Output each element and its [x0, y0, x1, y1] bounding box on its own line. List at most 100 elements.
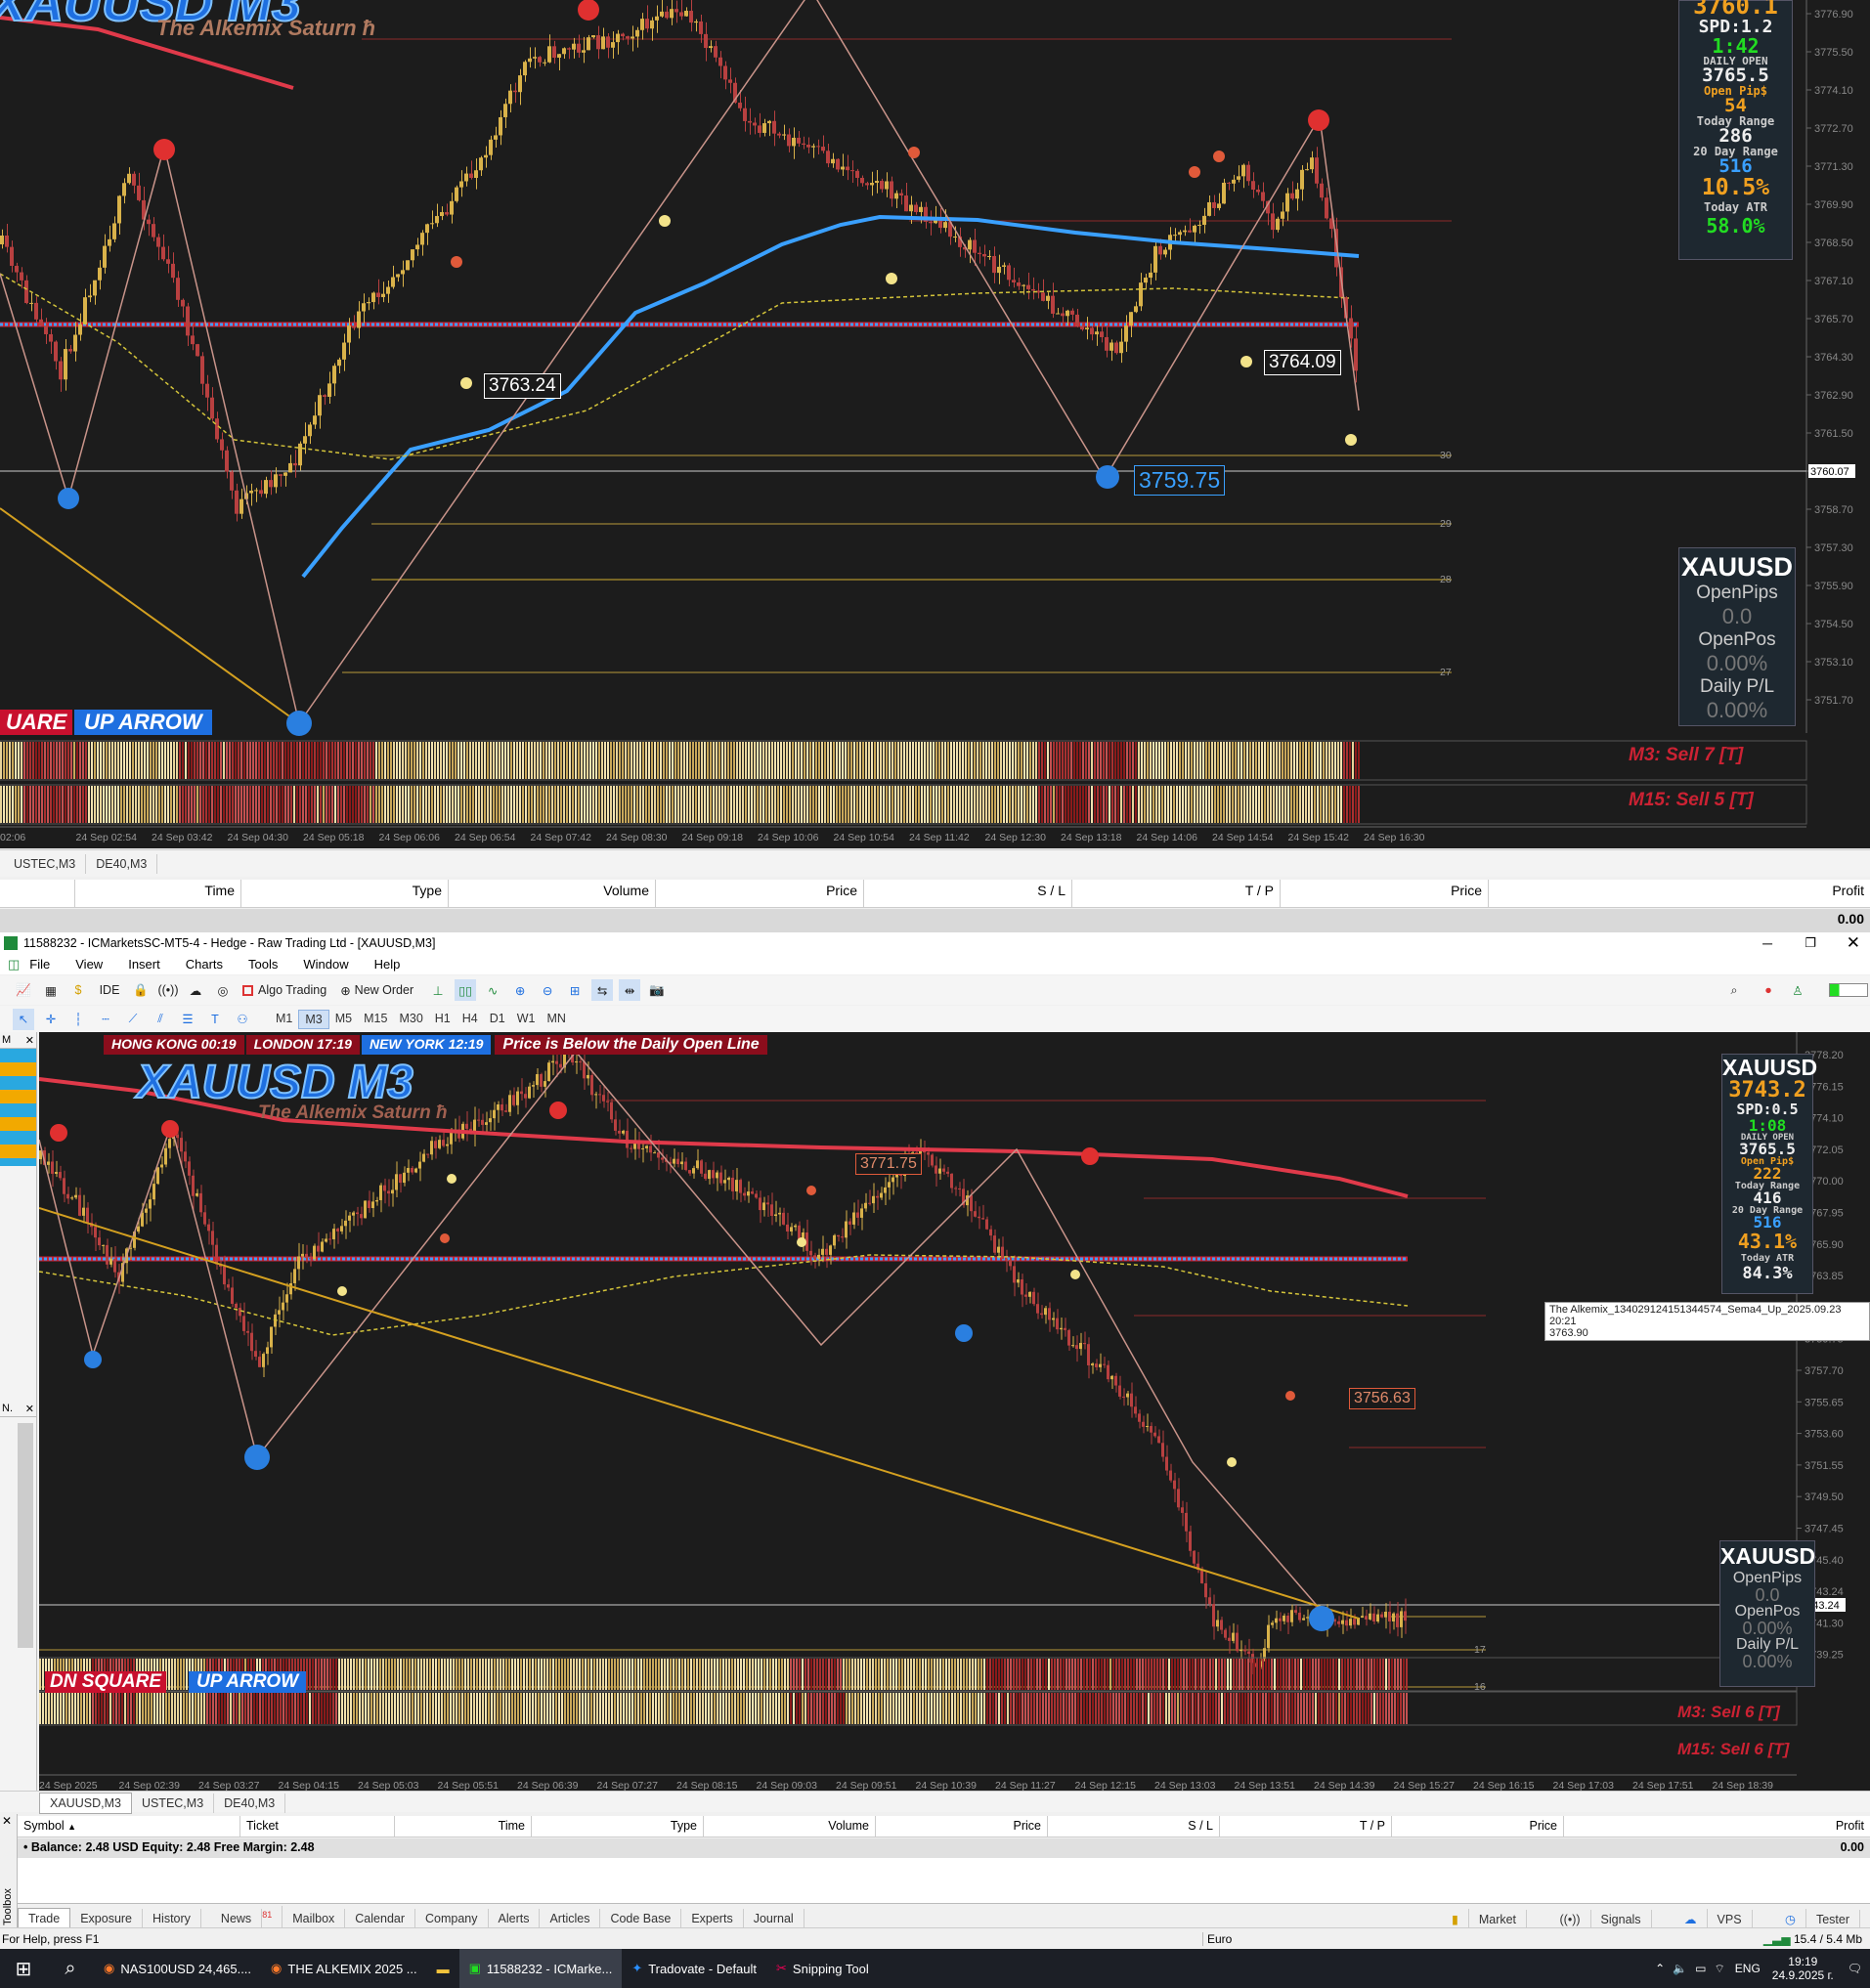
zoom-in-icon[interactable]: ⊕: [509, 979, 531, 1001]
col-price3[interactable]: Price: [1392, 1816, 1564, 1837]
tf-h4[interactable]: H4: [457, 1010, 484, 1029]
tab-xauusd[interactable]: XAUUSD,M3: [39, 1793, 132, 1814]
bars-icon[interactable]: ⊥: [427, 979, 449, 1001]
windows-start-icon[interactable]: ⊞: [0, 1957, 47, 1981]
tab-de40-2[interactable]: DE40,M3: [214, 1794, 286, 1813]
template-icon[interactable]: ▦: [40, 979, 62, 1001]
task-firefox-1[interactable]: ◉ NAS100USD 24,465....: [94, 1949, 261, 1988]
hline-icon[interactable]: ┄: [95, 1009, 116, 1030]
col-time[interactable]: Time: [75, 880, 241, 907]
col-type[interactable]: Type: [241, 880, 449, 907]
col-sl[interactable]: S / L: [864, 880, 1072, 907]
autoscroll-icon[interactable]: ⇆: [591, 979, 614, 1001]
col-type-2[interactable]: Type: [532, 1816, 704, 1837]
chart-shift-icon[interactable]: ⇹: [619, 979, 641, 1001]
tf-m1[interactable]: M1: [270, 1010, 298, 1029]
line-icon[interactable]: ∿: [482, 979, 503, 1001]
task-tradovate[interactable]: ✦ Tradovate - Default: [622, 1949, 766, 1988]
menu-help[interactable]: Help: [374, 957, 401, 972]
close-icon[interactable]: ✕: [1847, 933, 1860, 953]
cloud-icon[interactable]: ☁: [185, 979, 206, 1001]
lock-icon[interactable]: 🔒: [130, 979, 152, 1001]
cursor-icon[interactable]: ↖: [13, 1008, 34, 1030]
tab-exposure[interactable]: Exposure: [70, 1909, 144, 1928]
navigator-close-icon[interactable]: ✕: [25, 1403, 34, 1415]
candles-icon[interactable]: ▯▯: [455, 979, 477, 1001]
task-snipping[interactable]: ✂ Snipping Tool: [766, 1949, 879, 1988]
search-taskbar-icon[interactable]: ⌕: [47, 1958, 94, 1980]
task-mt5[interactable]: ▣ 11588232 - ICMarke...: [458, 1949, 623, 1988]
fibo-icon[interactable]: ☰: [177, 1009, 198, 1030]
trendline-icon[interactable]: ⟋: [122, 1009, 144, 1030]
top-chart-canvas[interactable]: 3776.903775.503774.103772.703771.303769.…: [0, 0, 1870, 848]
vline-icon[interactable]: ┆: [67, 1009, 89, 1030]
tab-codebase[interactable]: Code Base: [600, 1909, 682, 1928]
dollar-icon[interactable]: $: [67, 979, 89, 1001]
channel-icon[interactable]: ⫽: [150, 1009, 171, 1030]
task-explorer[interactable]: ▬: [427, 1949, 459, 1988]
tab-company[interactable]: Company: [415, 1909, 489, 1928]
col-profit[interactable]: Profit: [1489, 880, 1870, 907]
tf-m5[interactable]: M5: [329, 1010, 358, 1029]
bottom-chart-canvas[interactable]: 3778.203776.153774.103772.053770.003767.…: [39, 1032, 1870, 1791]
tab-history[interactable]: History: [143, 1909, 201, 1928]
tf-icon[interactable]: ◫: [8, 957, 20, 972]
task-firefox-2[interactable]: ◉ THE ALKEMIX 2025 ...: [261, 1949, 427, 1988]
market-watch-close-icon[interactable]: ✕: [25, 1034, 34, 1047]
text-icon[interactable]: T: [204, 1009, 226, 1030]
col-profit-2[interactable]: Profit: [1564, 1816, 1870, 1837]
tf-m15[interactable]: M15: [358, 1010, 393, 1029]
col-price2[interactable]: Price: [1281, 880, 1489, 907]
bottom-chart[interactable]: 3778.20 3776.15 3774.10 3772.05 3770.00 3767.…: [39, 1032, 1870, 1791]
col-tp-2[interactable]: T / P: [1220, 1816, 1392, 1837]
tf-mn[interactable]: MN: [541, 1010, 571, 1029]
col-sl-2[interactable]: S / L: [1048, 1816, 1220, 1837]
tab-ustec-2[interactable]: USTEC,M3: [132, 1794, 215, 1813]
tab-alerts[interactable]: Alerts: [489, 1909, 541, 1928]
tf-m3[interactable]: M3: [298, 1009, 329, 1029]
crosshair-icon[interactable]: ✛: [40, 1009, 62, 1030]
globe-icon[interactable]: ◎: [212, 979, 234, 1001]
account-icon[interactable]: ♙: [1787, 979, 1808, 1001]
tab-mailbox[interactable]: Mailbox: [283, 1909, 346, 1928]
navigator-scroll[interactable]: [18, 1423, 33, 1648]
tab-trade[interactable]: Trade: [18, 1908, 71, 1929]
tab-calendar[interactable]: Calendar: [345, 1909, 416, 1928]
restore-icon[interactable]: ❐: [1805, 935, 1816, 951]
menu-insert[interactable]: Insert: [128, 957, 160, 972]
tab-ustec[interactable]: USTEC,M3: [4, 854, 87, 874]
notification-icon[interactable]: ●: [1758, 979, 1779, 1001]
shapes-icon[interactable]: ⚇: [232, 1009, 253, 1030]
tf-h1[interactable]: H1: [429, 1010, 457, 1029]
clock[interactable]: 19:19 24.9.2025 г.: [1772, 1955, 1834, 1982]
wifi-icon[interactable]: ⌔: [1715, 1962, 1725, 1976]
volume-icon[interactable]: 🔈: [1673, 1962, 1687, 1975]
col-symbol[interactable]: Symbol ▲: [18, 1816, 240, 1837]
menu-window[interactable]: Window: [303, 957, 348, 972]
language[interactable]: ENG: [1735, 1962, 1761, 1975]
tray-chevron-icon[interactable]: ⌃: [1655, 1962, 1665, 1975]
signal-icon[interactable]: ((•)): [157, 979, 179, 1001]
col-time-2[interactable]: Time: [395, 1816, 532, 1837]
tab-de40[interactable]: DE40,M3: [86, 854, 158, 874]
tf-d1[interactable]: D1: [484, 1010, 511, 1029]
tab-articles[interactable]: Articles: [540, 1909, 601, 1928]
algo-trading-button[interactable]: Algo Trading: [242, 983, 326, 997]
notifications-icon[interactable]: 🗨: [1848, 1962, 1862, 1975]
menu-charts[interactable]: Charts: [186, 957, 223, 972]
chart-type-icon[interactable]: 📈: [13, 979, 34, 1001]
col-price-2[interactable]: Price: [876, 1816, 1048, 1837]
toolbox-close-icon[interactable]: ✕: [0, 1814, 17, 1828]
screenshot-icon[interactable]: 📷: [646, 979, 668, 1001]
menu-tools[interactable]: Tools: [248, 957, 278, 972]
menu-file[interactable]: File: [29, 957, 50, 972]
col-volume-2[interactable]: Volume: [704, 1816, 876, 1837]
search-icon[interactable]: ⌕: [1723, 979, 1745, 1001]
top-chart[interactable]: 3776.90 3775.50 3774.10 3772.70 3771.30 3769.…: [0, 0, 1870, 848]
col-tp[interactable]: T / P: [1072, 880, 1281, 907]
grid-icon[interactable]: ⊞: [564, 979, 586, 1001]
ide-button[interactable]: IDE: [95, 979, 124, 1001]
col-volume[interactable]: Volume: [449, 880, 656, 907]
tf-w1[interactable]: W1: [511, 1010, 542, 1029]
col-price[interactable]: Price: [656, 880, 864, 907]
